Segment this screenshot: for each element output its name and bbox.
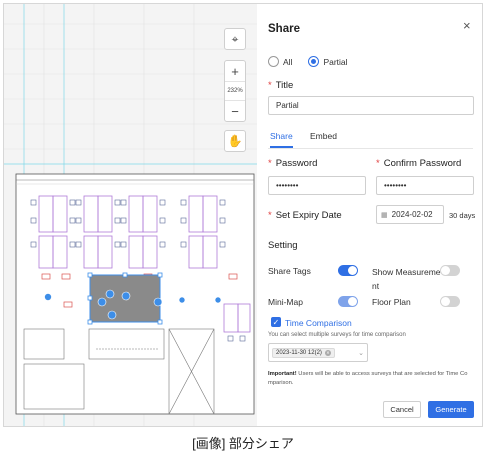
close-button[interactable]: × (463, 18, 471, 33)
panel-title: Share (268, 23, 300, 35)
scope-all-radio[interactable] (268, 56, 279, 67)
floor-plan-toggle[interactable] (440, 296, 460, 307)
generate-button[interactable]: Generate (428, 401, 474, 418)
chevron-down-icon: ⌄ (358, 349, 364, 357)
scope-all-label: All (283, 56, 293, 67)
recenter-button[interactable]: ⌖ (224, 28, 246, 50)
zoom-level: 232% (225, 81, 245, 101)
show-measurement-label: Show Measureme nt (372, 267, 441, 291)
floor-plan-drawing (4, 4, 257, 426)
important-note: Important! Users will be able to access … (268, 371, 468, 386)
cancel-button[interactable]: Cancel (383, 401, 421, 418)
tab-share[interactable]: Share (270, 131, 293, 148)
mini-map-label: Mini-Map (268, 297, 303, 307)
zoom-control: + 232% − (224, 60, 246, 122)
crosshair-icon: ⌖ (231, 31, 239, 46)
expiry-date-picker[interactable]: ▦ 2024-02-02 (376, 205, 444, 224)
mini-map-toggle[interactable] (338, 296, 358, 307)
title-input[interactable]: Partial (268, 96, 474, 115)
close-icon: × (463, 18, 471, 33)
hand-icon: ✋ (227, 134, 243, 148)
expiry-label: * Set Expiry Date (268, 210, 342, 221)
survey-multiselect[interactable]: 2023-11-30 12(2) ✕ ⌄ (268, 343, 368, 362)
time-comparison-hint: You can select multiple surveys for time… (268, 332, 406, 338)
check-icon: ✓ (272, 317, 280, 327)
time-comparison-label: Time Comparison (285, 318, 352, 328)
share-dialog-screenshot: ⌖ + 232% − ✋ Share × All Partial * Title … (3, 3, 483, 427)
share-panel: Share × All Partial * Title Partial Share… (257, 4, 482, 426)
zoom-in-button[interactable]: + (225, 61, 245, 81)
floor-plan-label: Floor Plan (372, 297, 411, 307)
figure-caption: [画像] 部分シェア (192, 436, 294, 451)
tab-embed[interactable]: Embed (310, 131, 337, 146)
pan-button[interactable]: ✋ (224, 130, 246, 152)
expiry-date-value: 2024-02-02 (391, 210, 433, 219)
calendar-icon: ▦ (381, 211, 388, 219)
setting-heading: Setting (268, 240, 298, 251)
share-embed-tabs: Share Embed (268, 131, 473, 149)
title-label: * Title (268, 80, 294, 91)
scope-partial-label: Partial (323, 56, 348, 67)
expiry-days: 30 days (449, 211, 476, 220)
time-comparison-checkbox[interactable]: ✓ (271, 317, 281, 327)
scope-partial-radio[interactable] (308, 56, 320, 67)
survey-chip: 2023-11-30 12(2) ✕ (272, 347, 335, 358)
chip-remove-icon[interactable]: ✕ (324, 349, 331, 356)
share-tags-label: Share Tags (268, 266, 311, 276)
confirm-password-input[interactable]: •••••••• (376, 176, 474, 195)
floor-plan-canvas[interactable]: ⌖ + 232% − ✋ (4, 4, 257, 426)
password-input[interactable]: •••••••• (268, 176, 366, 195)
show-measurement-toggle[interactable] (440, 265, 460, 276)
share-tags-toggle[interactable] (338, 265, 358, 276)
password-label: * Password (268, 158, 318, 169)
scope-radio-group: All Partial (268, 56, 348, 67)
confirm-password-label: * Confirm Password (376, 158, 462, 169)
zoom-out-button[interactable]: − (225, 101, 245, 121)
